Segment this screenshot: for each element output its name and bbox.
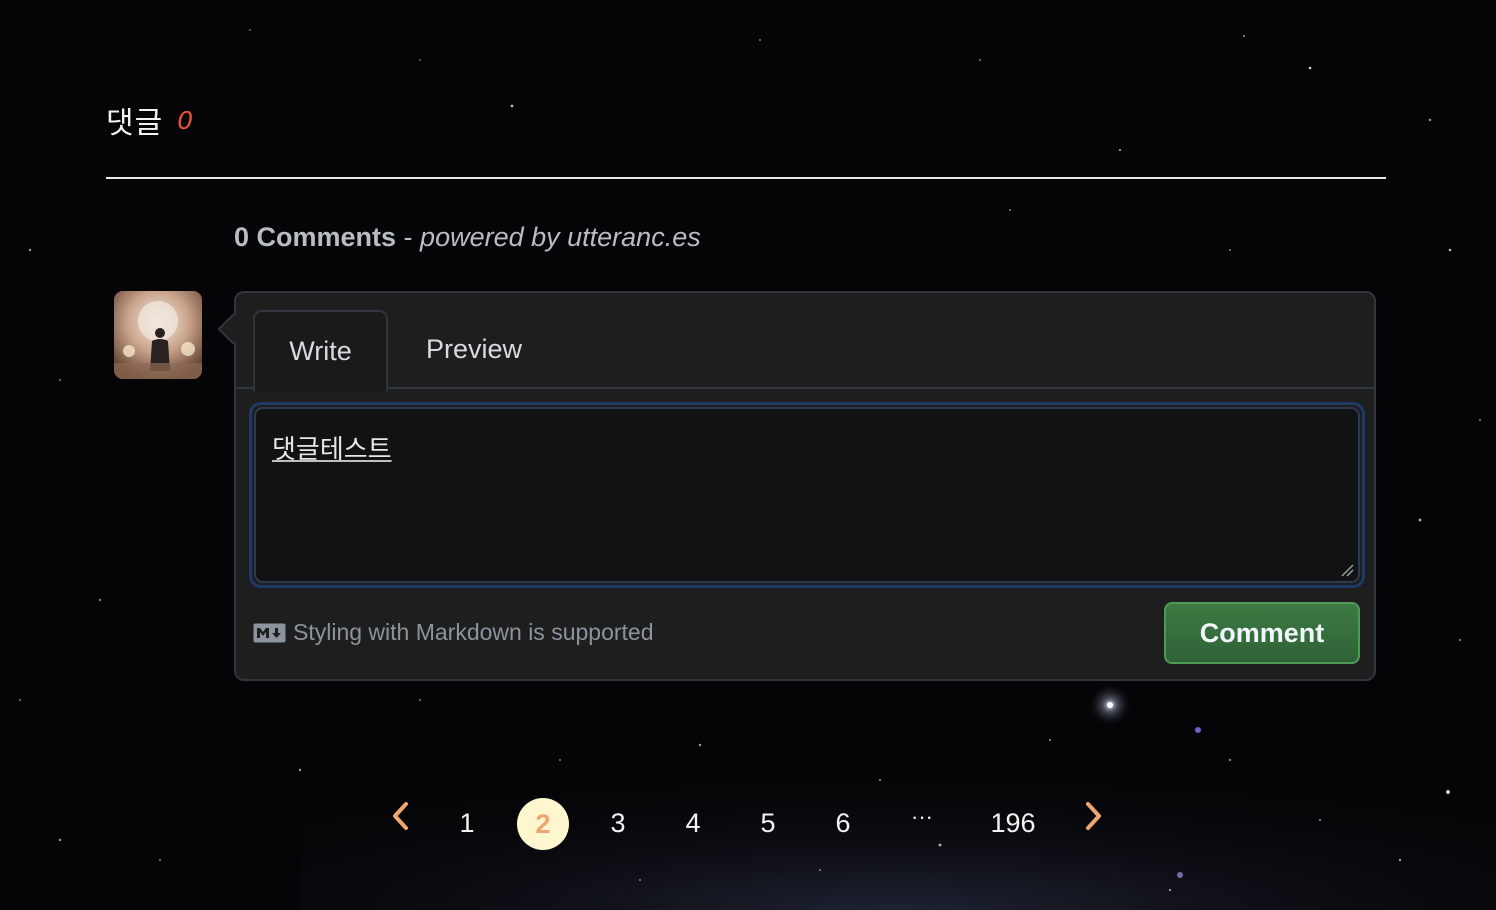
comments-count: 0 Comments xyxy=(234,222,397,252)
avatar[interactable] xyxy=(114,291,202,379)
comment-submit-button[interactable]: Comment xyxy=(1164,602,1360,664)
markdown-icon xyxy=(253,623,286,642)
section-header: 댓글 0 xyxy=(106,98,193,142)
editor-tabbar: Write Preview xyxy=(236,293,1374,391)
page-6[interactable]: 6 xyxy=(828,796,858,850)
page-2-current[interactable]: 2 xyxy=(517,798,569,850)
chevron-right-icon[interactable] xyxy=(1080,799,1106,833)
comment-textarea[interactable] xyxy=(254,407,1360,583)
powered-by-link[interactable]: powered by utteranc.es xyxy=(420,222,701,252)
page-last[interactable]: 196 xyxy=(985,796,1041,850)
page-ellipsis: ··· xyxy=(911,804,933,829)
page-3[interactable]: 3 xyxy=(603,796,633,850)
markdown-hint-text: Styling with Markdown is supported xyxy=(293,619,654,645)
page-1[interactable]: 1 xyxy=(452,796,482,850)
textarea-focus-ring xyxy=(249,402,1365,588)
comments-header: 0 Comments - powered by utteranc.es xyxy=(234,222,701,253)
page-5[interactable]: 5 xyxy=(753,796,783,850)
tab-write[interactable]: Write xyxy=(253,310,388,391)
section-divider xyxy=(106,177,1386,179)
comments-separator: - xyxy=(396,222,421,252)
markdown-hint[interactable]: Styling with Markdown is supported xyxy=(253,619,654,646)
comment-editor: Write Preview Styling with Markdown is s… xyxy=(234,291,1376,681)
page-4[interactable]: 4 xyxy=(678,796,708,850)
pagination: 1 2 3 4 5 6 ··· 196 xyxy=(380,796,1120,852)
section-comment-count: 0 xyxy=(177,105,194,135)
tab-preview[interactable]: Preview xyxy=(406,310,542,389)
resize-handle-icon[interactable] xyxy=(1340,563,1354,577)
section-title: 댓글 xyxy=(106,106,164,141)
chevron-left-icon[interactable] xyxy=(388,799,414,833)
